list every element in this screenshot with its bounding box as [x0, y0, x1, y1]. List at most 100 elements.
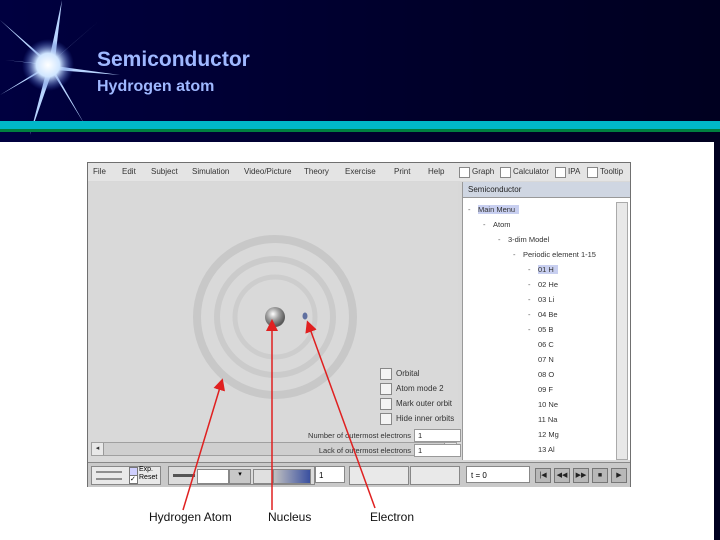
tree-expander-icon[interactable]: -: [483, 219, 493, 230]
zoom-slider[interactable]: [173, 474, 195, 477]
reset-label: Reset: [139, 474, 158, 481]
tooltip-checkbox[interactable]: [587, 167, 598, 178]
graph-checkbox[interactable]: [459, 167, 470, 178]
callout-nucleus: Nucleus: [268, 510, 312, 524]
menu-video-picture[interactable]: Video/Picture: [244, 167, 291, 176]
tree-item[interactable]: 10 Ne: [528, 399, 558, 410]
stop-button[interactable]: ■: [592, 468, 608, 483]
menu-help[interactable]: Help: [428, 167, 444, 176]
exp-label: Exp.: [139, 466, 154, 473]
zoom-dropdown[interactable]: ▾: [229, 469, 251, 484]
menu-exercise[interactable]: Exercise: [345, 167, 376, 176]
checkbox[interactable]: [380, 413, 392, 425]
status-box-1: [349, 466, 409, 485]
menu-edit[interactable]: Edit: [122, 167, 136, 176]
menu-subject[interactable]: Subject: [151, 167, 178, 176]
lack-electrons-label: Lack of outermost electrons: [318, 446, 411, 455]
option-label: Orbital: [396, 369, 420, 379]
menu-simulation[interactable]: Simulation: [192, 167, 229, 176]
tree-item[interactable]: 13 Al: [528, 444, 555, 455]
play-button[interactable]: ▶: [611, 468, 627, 483]
tree-expander-icon[interactable]: -: [468, 204, 478, 215]
scroll-left-icon[interactable]: ◂: [92, 443, 104, 455]
menu-file[interactable]: File: [93, 167, 106, 176]
reset-checkbox[interactable]: ✓: [129, 475, 138, 484]
tree-item[interactable]: -3-dim Model: [498, 234, 549, 245]
option-label: Atom mode 2: [396, 384, 444, 394]
option-mark-outer-orbit[interactable]: Mark outer orbit: [380, 398, 452, 410]
checkbox[interactable]: [380, 398, 392, 410]
tree-item-label: 01 H: [538, 265, 558, 274]
tree-item-label: 13 Al: [538, 445, 555, 454]
checkbox[interactable]: [380, 383, 392, 395]
callout-electron: Electron: [370, 510, 415, 524]
option-label: Hide inner orbits: [396, 414, 455, 424]
vertical-scrollbar[interactable]: [616, 202, 628, 460]
tree-item-label: 09 F: [538, 385, 554, 394]
color-slider[interactable]: [273, 469, 311, 484]
fast-forward-button[interactable]: ▶▶: [573, 468, 589, 483]
nucleus: [265, 307, 285, 327]
tree-item[interactable]: - Periodic element 1-15: [513, 249, 596, 260]
tree-item-label: 08 O: [538, 370, 555, 379]
rewind-start-button[interactable]: |◀: [535, 468, 551, 483]
tree-item[interactable]: -05 B: [528, 324, 553, 335]
tree-item[interactable]: -04 Be: [528, 309, 558, 320]
option-label: Mark outer orbit: [396, 399, 453, 409]
tree-item[interactable]: - Atom: [483, 219, 511, 230]
tree-expander-icon[interactable]: -: [498, 234, 508, 245]
tree-item-label: 10 Ne: [538, 400, 559, 409]
time-display: t = 0: [466, 466, 530, 483]
slide-title: Semiconductor: [97, 48, 250, 71]
tree-item-label: Periodic element 1-15: [523, 250, 596, 259]
tree-item-label: Atom: [493, 220, 511, 229]
callout-hydrogen-atom: Hydrogen Atom: [149, 510, 232, 524]
checkbox[interactable]: [380, 368, 392, 380]
graph-label: Graph: [472, 167, 495, 176]
tree-item[interactable]: -01 H: [528, 264, 558, 275]
electron: [302, 312, 308, 320]
zoom-control[interactable]: ▾: [168, 466, 315, 485]
tree-item[interactable]: 07 N: [528, 354, 554, 365]
tree-expander-icon[interactable]: -: [528, 309, 538, 320]
tree-item-label: 07 N: [538, 355, 554, 364]
zoom-dropdown-arrow-icon[interactable]: [253, 469, 273, 484]
lack-electrons-field[interactable]: 1: [414, 444, 461, 457]
option-hide-inner-orbits[interactable]: Hide inner orbits: [380, 413, 454, 425]
title-divider: [0, 121, 720, 129]
calculator-checkbox[interactable]: [500, 167, 511, 178]
tree-item[interactable]: 08 O: [528, 369, 554, 380]
tree-item-label: 05 B: [538, 325, 554, 334]
tree-item[interactable]: 06 C: [528, 339, 554, 350]
tree-expander-icon[interactable]: -: [528, 324, 538, 335]
tree-item-label: Main Menu: [478, 205, 520, 214]
tree-item[interactable]: -03 Li: [528, 294, 554, 305]
panel-header: Semiconductor: [463, 182, 630, 198]
tree-item-label: 04 Be: [538, 310, 558, 319]
menu-print[interactable]: Print: [394, 167, 410, 176]
tree-item[interactable]: 09 F: [528, 384, 553, 395]
ipa-label: IPA: [568, 167, 581, 176]
menu-theory[interactable]: Theory: [304, 167, 329, 176]
outermost-electrons-field[interactable]: 1: [414, 429, 461, 442]
tree-expander-icon[interactable]: -: [513, 249, 523, 260]
tree-item-label: 02 He: [538, 280, 559, 289]
tree-item[interactable]: 12 Mg: [528, 429, 559, 440]
slide-subtitle: Hydrogen atom: [97, 78, 215, 95]
tree-item-label: 12 Mg: [538, 430, 559, 439]
tree-item[interactable]: 11 Na: [528, 414, 557, 425]
zoom-input[interactable]: [197, 469, 229, 484]
rewind-button[interactable]: ◀◀: [554, 468, 570, 483]
bottom-toolbar: Exp. ✓ Reset ▾ 1 t = 0 |◀ ◀◀ ▶▶ ■ ▶: [88, 462, 630, 487]
ipa-checkbox[interactable]: [555, 167, 566, 178]
tree-item[interactable]: - Main Menu: [468, 204, 520, 215]
legend-box: Exp. ✓ Reset: [91, 466, 161, 485]
option-atom-mode-2[interactable]: Atom mode 2: [380, 383, 444, 395]
tree-item[interactable]: -02 He: [528, 279, 558, 290]
tree-expander-icon[interactable]: -: [528, 264, 538, 275]
tree-expander-icon[interactable]: -: [528, 294, 538, 305]
title-divider-shadow: [0, 129, 720, 132]
zoom-value[interactable]: 1: [315, 466, 345, 483]
option-orbital[interactable]: Orbital: [380, 368, 420, 380]
tree-expander-icon[interactable]: -: [528, 279, 538, 290]
